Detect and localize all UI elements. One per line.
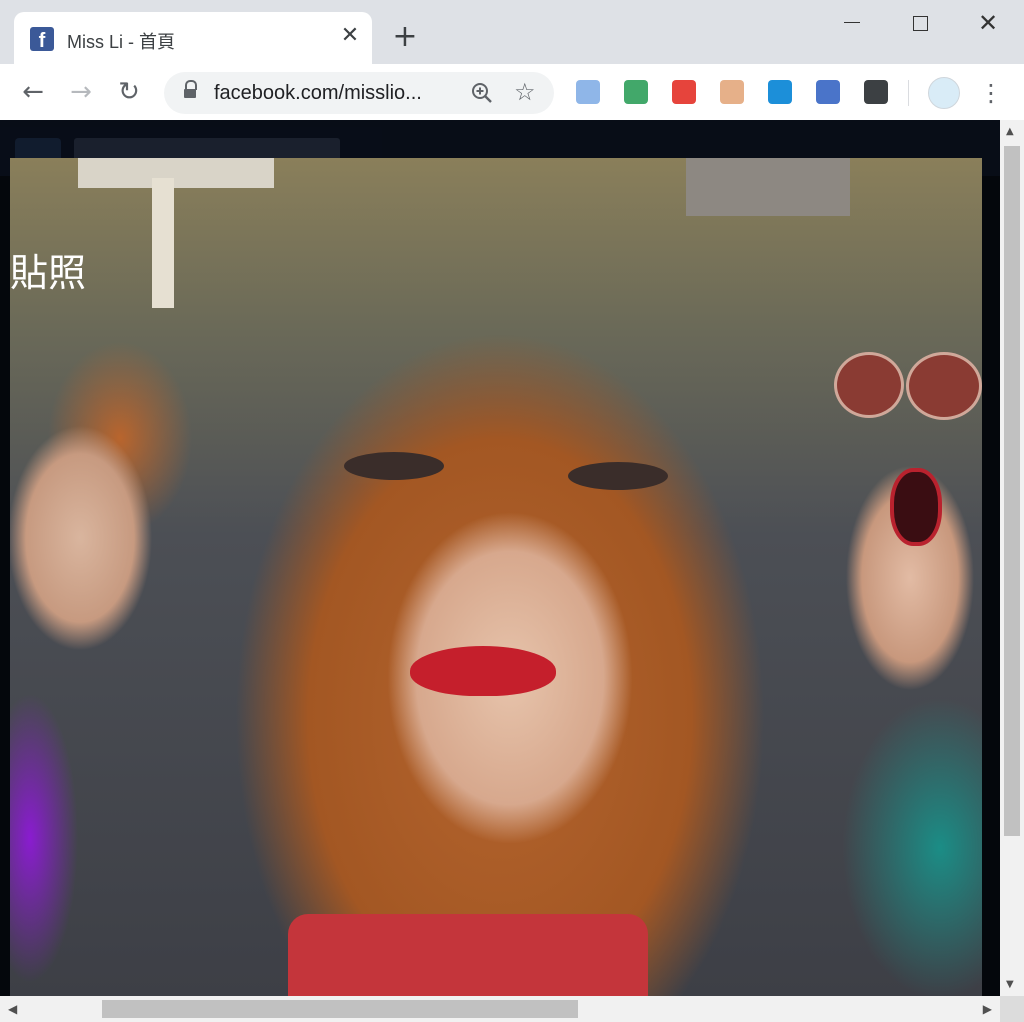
overlay-caption-text: 貼照: [10, 251, 87, 295]
cat-extension-icon[interactable]: [720, 80, 744, 104]
toolbar-divider: [908, 80, 909, 106]
scroll-left-arrow-icon[interactable]: ◀: [8, 1002, 17, 1016]
vertical-scrollbar[interactable]: ▲ ▼: [1000, 120, 1024, 996]
shield-extension-icon[interactable]: [672, 80, 696, 104]
background-awning: [686, 158, 850, 216]
bookmark-star-icon[interactable]: ☆: [514, 78, 536, 106]
owl-extension-icon[interactable]: [816, 80, 840, 104]
forward-button[interactable]: →: [64, 76, 98, 110]
share-extension-icon[interactable]: [768, 80, 792, 104]
back-button[interactable]: ←: [16, 76, 50, 110]
vertical-scroll-thumb[interactable]: [1004, 146, 1020, 836]
browser-toolbar: ← → ↻ facebook.com/misslio... ☆ ⋮: [0, 64, 1024, 120]
eye-right: [568, 462, 668, 490]
red-lips: [410, 646, 556, 696]
new-tab-button[interactable]: +: [390, 22, 420, 52]
mail-check-extension-icon[interactable]: [624, 80, 648, 104]
address-bar[interactable]: facebook.com/misslio... ☆: [164, 72, 554, 114]
shouting-mouth: [890, 468, 942, 546]
sunglasses-lens-right: [906, 352, 982, 420]
close-window-button[interactable]: ✕: [966, 8, 1010, 38]
tab-strip: f Miss Li - 首頁 ✕ + ✕: [0, 0, 1024, 64]
eye-left: [344, 452, 444, 480]
lock-icon[interactable]: [184, 80, 197, 98]
scroll-down-arrow-icon[interactable]: ▼: [1006, 979, 1014, 990]
scrollbar-corner: [1000, 996, 1024, 1022]
screenshot-extension-icon[interactable]: [864, 80, 888, 104]
tab-title: Miss Li - 首頁: [67, 32, 175, 52]
sign-stick: [152, 178, 174, 308]
menu-dots-icon[interactable]: ⋮: [978, 78, 1004, 108]
sunglasses-lens-left: [834, 352, 904, 418]
tab-close-icon[interactable]: ✕: [336, 22, 364, 50]
scroll-right-arrow-icon[interactable]: ▶: [983, 1002, 992, 1016]
scroll-up-arrow-icon[interactable]: ▲: [1006, 126, 1014, 137]
horizontal-scroll-thumb[interactable]: [102, 1000, 578, 1018]
photo-lightbox-image[interactable]: 貼照: [10, 158, 982, 996]
horizontal-scrollbar[interactable]: ◀ ▶: [0, 996, 1000, 1022]
url-text[interactable]: facebook.com/misslio...: [214, 82, 422, 105]
page-viewport: 貼照: [0, 120, 1000, 996]
facebook-favicon-icon: f: [30, 27, 54, 51]
browser-tab[interactable]: f Miss Li - 首頁 ✕: [14, 12, 372, 64]
protest-sign: [78, 158, 274, 188]
zoom-icon[interactable]: [470, 81, 494, 105]
profile-avatar[interactable]: [928, 77, 960, 109]
red-collar: [288, 914, 648, 996]
reload-button[interactable]: ↻: [112, 76, 146, 110]
notes-extension-icon[interactable]: [576, 80, 600, 104]
maximize-button[interactable]: [898, 8, 942, 38]
minimize-button[interactable]: [830, 8, 874, 38]
